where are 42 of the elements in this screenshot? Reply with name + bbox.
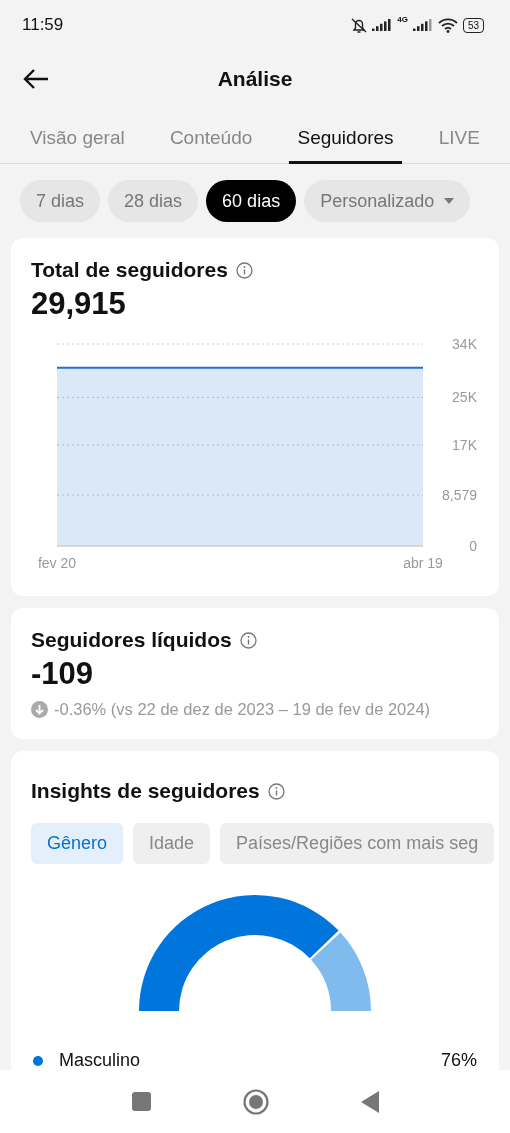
back-arrow-icon[interactable]	[22, 67, 50, 91]
axis-label: 8,579	[441, 487, 477, 504]
axis-label: 0	[469, 538, 477, 554]
signal-icon	[372, 18, 393, 32]
page-title: Análise	[217, 67, 293, 91]
info-icon[interactable]	[239, 631, 257, 649]
tab[interactable]: LIVE	[430, 108, 488, 164]
change-text: -0.36% (vs 22 de dez de 2023 – 19 de fev de 2024)	[54, 700, 431, 719]
legend-label: Masculino	[59, 1050, 142, 1070]
tab[interactable]: Conteúdo	[161, 108, 261, 164]
square-icon[interactable]	[131, 1092, 151, 1111]
period-dropdown[interactable]: Personalizado	[304, 180, 471, 222]
status-time: 11:59	[22, 15, 64, 35]
insight-tab[interactable]: Países/Regiões com mais seg	[220, 823, 495, 864]
card-title: Insights de seguidores	[31, 779, 260, 803]
axis-label: abr 19	[403, 555, 443, 571]
axis-label: 34K	[452, 336, 477, 352]
insight-tab[interactable]: Idade	[133, 823, 211, 864]
info-icon[interactable]	[235, 261, 253, 279]
followers-count: 29,915	[31, 286, 127, 322]
signal-icon	[412, 18, 433, 32]
card-title: Total de seguidores	[31, 258, 228, 282]
back-triangle-icon[interactable]	[360, 1090, 379, 1113]
bell-off-icon	[351, 16, 368, 34]
axis-label: fev 20	[37, 555, 77, 571]
card-title: Seguidores líquidos	[31, 628, 232, 652]
caret-icon	[444, 198, 455, 204]
tab[interactable]: Seguidores	[289, 108, 402, 164]
axis-label: 25K	[452, 389, 477, 406]
battery-indicator: 53	[462, 17, 484, 33]
axis-label: 17K	[452, 437, 477, 453]
network-label: 4G	[397, 14, 408, 24]
tab[interactable]: Visão geral	[22, 108, 133, 164]
period-chip[interactable]: 60 dias	[206, 180, 297, 222]
insight-tab[interactable]: Gênero	[31, 823, 124, 864]
net-followers-count: -109	[31, 656, 95, 692]
legend-value: 76%	[440, 1050, 477, 1070]
period-chip[interactable]: 28 dias	[108, 180, 199, 222]
home-circle-icon[interactable]	[242, 1088, 269, 1115]
period-chip[interactable]: 7 dias	[20, 180, 101, 222]
wifi-icon	[437, 17, 458, 33]
info-icon[interactable]	[267, 782, 285, 800]
